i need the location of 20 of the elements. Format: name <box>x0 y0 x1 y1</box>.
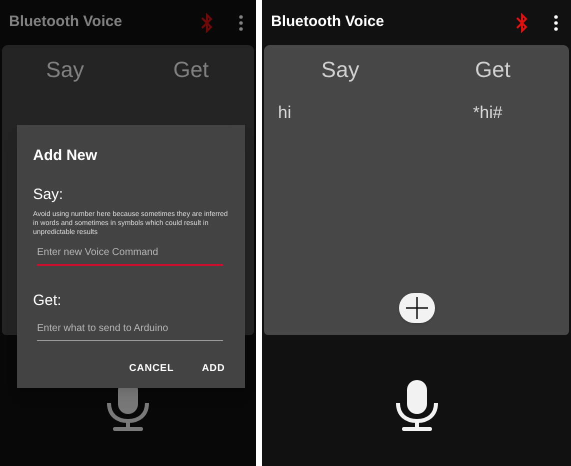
app-title: Bluetooth Voice <box>9 12 124 32</box>
get-text: *hi# <box>473 102 502 124</box>
column-header: Get <box>475 56 510 84</box>
bluetooth-icon[interactable] <box>516 12 528 32</box>
text-input-field[interactable]: Enter what to send to Arduino <box>37 320 223 340</box>
column-header: Say <box>46 56 84 84</box>
add-button[interactable] <box>398 293 434 323</box>
dialog-button[interactable]: ADD <box>202 360 225 376</box>
text-input-field[interactable]: Enter new Voice Command <box>37 245 223 266</box>
field-label: Say: <box>33 184 64 204</box>
say-text: hi <box>278 102 292 124</box>
more-options-icon[interactable] <box>554 14 558 30</box>
column-header: Say <box>321 56 360 84</box>
column-header: Get <box>173 56 209 84</box>
field-label: Get: <box>33 291 62 311</box>
dialog-button[interactable]: CANCEL <box>129 360 174 376</box>
microphone-icon[interactable] <box>394 378 438 430</box>
dialog-title: Add New <box>33 146 98 166</box>
app-title: Bluetooth Voice <box>271 12 386 32</box>
plus-icon <box>406 297 428 319</box>
